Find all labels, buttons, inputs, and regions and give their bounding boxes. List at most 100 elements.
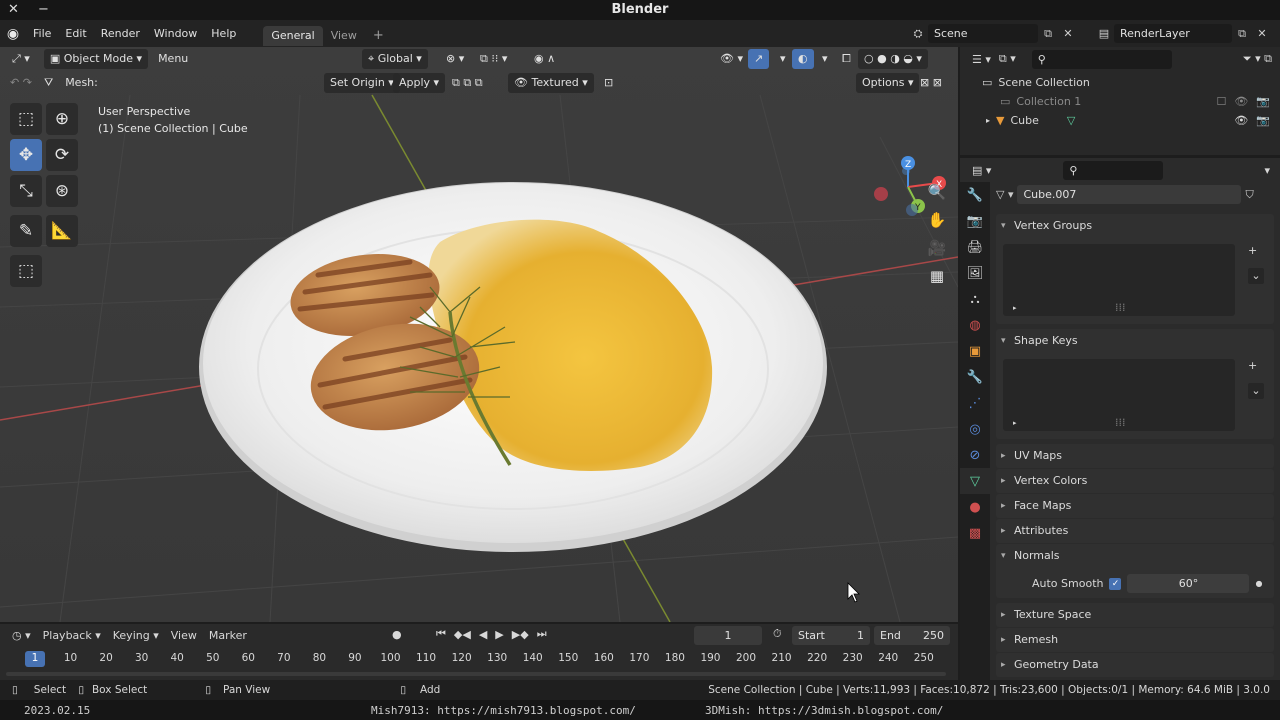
annotate-tool[interactable]: ✎: [10, 215, 42, 247]
next-keyframe-icon[interactable]: ▶◆: [512, 628, 529, 641]
expand-arrow-icon[interactable]: ▸: [986, 116, 990, 125]
timeline-editor-icon[interactable]: ◷ ▾: [12, 629, 31, 642]
new-layer-icon[interactable]: ⧉: [1232, 24, 1252, 43]
outliner-row-scene-collection[interactable]: ▭ Scene Collection: [960, 73, 1280, 92]
scene-icon[interactable]: ⛭: [908, 24, 928, 43]
orientation-dropdown[interactable]: ⌖ Global ▾: [362, 49, 428, 69]
end-frame-field[interactable]: End 250: [874, 626, 950, 645]
delete-layer-icon[interactable]: ✕: [1252, 24, 1272, 43]
geometry-data-header[interactable]: Geometry Data: [996, 653, 1274, 677]
render-layer-field[interactable]: RenderLayer: [1114, 24, 1232, 43]
play-icon[interactable]: ▶: [495, 628, 503, 641]
cursor-tool[interactable]: ⊕: [46, 103, 78, 135]
shading-modes[interactable]: ○ ● ◑ ◒ ▾: [858, 49, 928, 69]
record-icon[interactable]: ●: [392, 628, 402, 641]
mesh-datablock-icon[interactable]: ▽ ▾: [996, 188, 1013, 201]
panel-vertex-colors[interactable]: Vertex Colors: [996, 469, 1274, 493]
overlay-dropdown-icon[interactable]: ▾: [816, 49, 834, 69]
menu-window[interactable]: Window: [147, 20, 204, 47]
undo-icon[interactable]: ↶ ↷: [4, 73, 38, 93]
texture-space-header[interactable]: Texture Space: [996, 603, 1274, 627]
attributes-header[interactable]: Attributes: [996, 519, 1274, 543]
workspace-tab-general[interactable]: General: [263, 25, 323, 46]
shading-dropdown[interactable]: 👁 Textured ▾: [508, 73, 594, 93]
prev-keyframe-icon[interactable]: ◆◀: [454, 628, 471, 641]
outliner-row-collection-1[interactable]: ▭ Collection 1 ☐ 👁 📷: [960, 92, 1280, 111]
filter-icon[interactable]: ⏷ ▾ ⧉: [1243, 52, 1272, 66]
gizmo-toggle-icon[interactable]: ↗: [748, 49, 770, 69]
panel-geometry-data[interactable]: Geometry Data: [996, 653, 1274, 677]
set-origin-dropdown[interactable]: Set Origin ▾: [324, 73, 400, 93]
outliner-editor-icon[interactable]: ☰ ▾: [972, 53, 991, 66]
exclude-checkbox-icon[interactable]: ☐: [1216, 95, 1226, 108]
properties-search[interactable]: ⚲: [1063, 160, 1164, 180]
add-shape-key-icon[interactable]: +: [1248, 359, 1257, 372]
particles-tab-icon[interactable]: ⋰: [960, 390, 990, 416]
timeline-scrollbar[interactable]: [6, 672, 946, 676]
vertex-colors-header[interactable]: Vertex Colors: [996, 469, 1274, 493]
transform-tool[interactable]: ⊛: [46, 175, 78, 207]
shape-keys-list[interactable]: ▸ ⁞⁞⁞: [1003, 359, 1235, 431]
camera-view-icon[interactable]: ⊡: [598, 73, 619, 93]
world-tab-icon[interactable]: ◍: [960, 312, 990, 338]
stopwatch-icon[interactable]: ⏱: [773, 627, 782, 641]
ortho-grid-icon[interactable]: ▦: [924, 263, 950, 289]
mesh-name-field[interactable]: Cube.007: [1017, 185, 1242, 204]
auto-smooth-checkbox[interactable]: ✓: [1109, 577, 1122, 590]
panel-texture-space[interactable]: Texture Space: [996, 603, 1274, 627]
camera-render-icon[interactable]: 📷: [1256, 95, 1270, 108]
panel-remesh[interactable]: Remesh: [996, 628, 1274, 652]
face-maps-header[interactable]: Face Maps: [996, 494, 1274, 518]
gizmo-neg-x[interactable]: [874, 187, 888, 201]
rotate-tool[interactable]: ⟳: [46, 139, 78, 171]
proportional-edit-icon[interactable]: ◉ ∧: [528, 49, 561, 69]
add-vertex-group-icon[interactable]: +: [1248, 244, 1257, 257]
list-expand-icon[interactable]: ▸: [1013, 304, 1017, 312]
measure-tool[interactable]: 📐: [46, 215, 78, 247]
normals-header[interactable]: Normals: [996, 544, 1274, 568]
frame-ruler[interactable]: 1 10 20 30 40 50 60 70 80 90 100 110 120 130 140 150 160…: [0, 648, 958, 670]
mode-dropdown[interactable]: ▣ Object Mode ▾: [43, 49, 149, 69]
camera-icon[interactable]: 🎥: [924, 235, 950, 261]
view-layer-tab-icon[interactable]: 🖼: [960, 260, 990, 286]
remesh-header[interactable]: Remesh: [996, 628, 1274, 652]
snap-icon[interactable]: ⧉ ⁝⁝ ▾: [474, 49, 513, 69]
shape-key-menu-icon[interactable]: ⌄: [1248, 383, 1264, 399]
pan-hand-icon[interactable]: ✋: [924, 207, 950, 233]
marker-menu[interactable]: Marker: [209, 629, 247, 642]
list-resize-grip[interactable]: ⁞⁞⁞: [1115, 301, 1126, 314]
display-mode-icon[interactable]: ⧉ ▾: [999, 52, 1016, 66]
xray-icon[interactable]: ⧠: [836, 49, 857, 69]
overlay-toggle-icon[interactable]: ◐: [792, 49, 814, 69]
editor-type-icon[interactable]: ⤢ ▾: [6, 49, 36, 69]
vertex-groups-list[interactable]: ▸ ⁞⁞⁞: [1003, 244, 1235, 316]
vertex-groups-header[interactable]: Vertex Groups: [996, 214, 1274, 238]
scale-tool[interactable]: ⤡: [10, 175, 42, 207]
apply-dropdown[interactable]: Apply ▾: [393, 73, 446, 93]
scene-tab-icon[interactable]: ⛬: [960, 286, 990, 312]
panel-face-maps[interactable]: Face Maps: [996, 494, 1274, 518]
scene-field[interactable]: Scene: [928, 24, 1038, 43]
properties-options-icon[interactable]: ▾: [1264, 164, 1270, 177]
current-frame-field[interactable]: 1: [694, 626, 762, 645]
options-dropdown[interactable]: Options ▾: [856, 73, 920, 93]
eye-icon[interactable]: 👁: [1234, 95, 1248, 108]
modifier-tab-icon[interactable]: 🔧: [960, 364, 990, 390]
tool-tab-icon[interactable]: 🔧: [960, 182, 990, 208]
uv-maps-header[interactable]: UV Maps: [996, 444, 1274, 468]
panel-attributes[interactable]: Attributes: [996, 519, 1274, 543]
object-tab-icon[interactable]: ▣: [960, 338, 990, 364]
move-tool[interactable]: ✥: [10, 139, 42, 171]
menu-render[interactable]: Render: [94, 20, 147, 47]
playback-menu[interactable]: Playback ▾: [43, 629, 101, 642]
gizmo-dropdown-icon[interactable]: ▾: [774, 49, 792, 69]
timeline-view-menu[interactable]: View: [171, 629, 197, 642]
menu-button[interactable]: Menu: [152, 49, 194, 69]
workspace-tab-view[interactable]: View: [323, 26, 365, 46]
3d-viewport[interactable]: Z X Y ⤢ ▾ ▣ Object Mode ▾ Menu ⌖ Global …: [0, 47, 958, 622]
render-layer-icon[interactable]: ▤: [1094, 24, 1114, 43]
menu-help[interactable]: Help: [204, 20, 243, 47]
camera-render-icon[interactable]: 📷: [1256, 114, 1270, 127]
mesh-data-icon[interactable]: ▽: [1067, 114, 1075, 127]
jump-end-icon[interactable]: ⏭: [537, 627, 547, 641]
